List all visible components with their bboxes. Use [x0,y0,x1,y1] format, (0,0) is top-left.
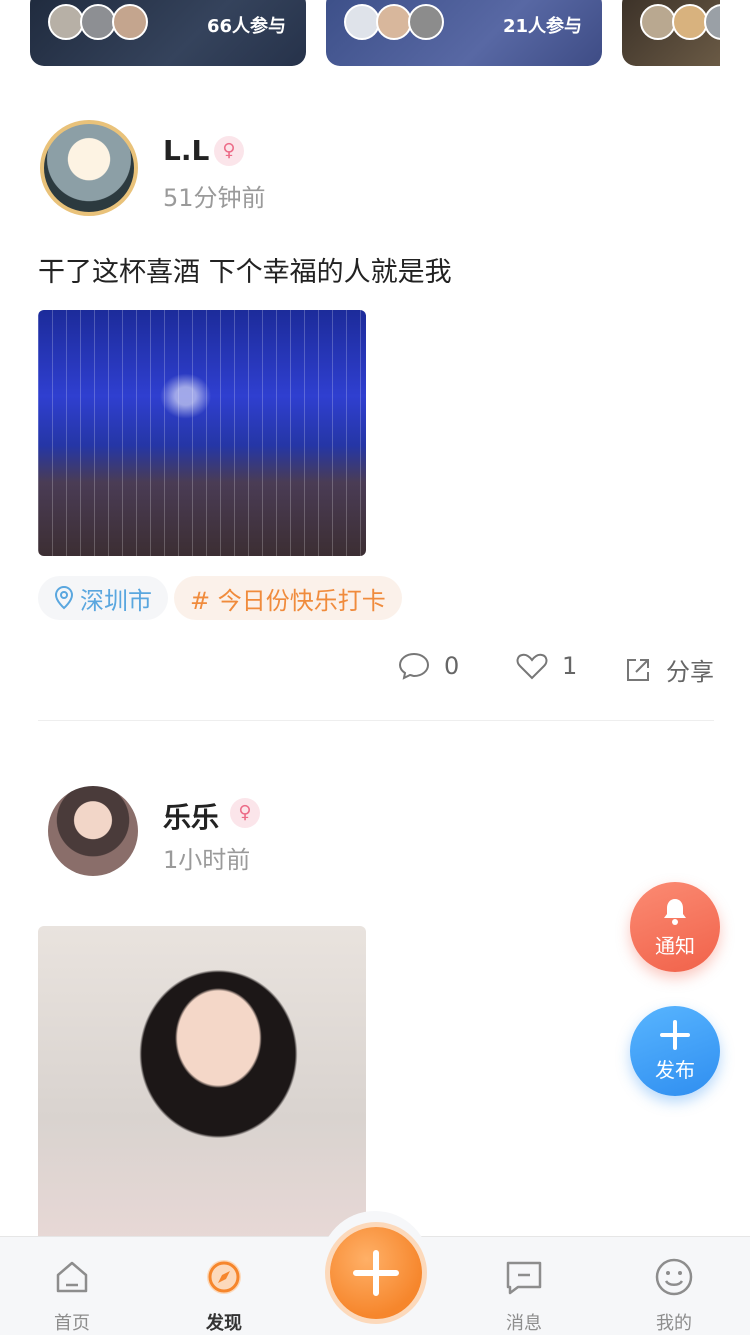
share-button[interactable]: 分享 [624,652,714,687]
share-label: 分享 [666,658,714,686]
post-time: 1小时前 [163,846,251,874]
user-name[interactable]: 乐乐 [163,796,219,836]
tab-home[interactable]: 首页 [22,1237,122,1335]
topic-label: # 今日份快乐打卡 [190,586,386,615]
avatar [48,4,84,40]
female-icon: ♀ [214,136,244,166]
post-tags: 深圳市 # 今日份快乐打卡 [0,576,750,620]
notify-label: 通知 [655,934,695,958]
post-time: 51分钟前 [163,184,266,212]
like-count: 1 [562,652,578,680]
plus-icon [353,1250,399,1296]
publish-label: 发布 [655,1058,695,1082]
avatar [344,4,380,40]
tab-label: 首页 [54,1313,90,1334]
avatar [80,4,116,40]
participant-count: 66人参与 [206,16,286,37]
topic-card[interactable] [622,0,720,66]
plus-icon [660,1020,690,1050]
avatar[interactable] [48,786,138,876]
female-icon: ♀ [230,798,260,828]
location-label: 深圳市 [80,586,152,615]
feed-post: 乐乐 ♀ 1小时前 [0,784,750,1246]
create-post-button[interactable] [330,1227,422,1319]
smiley-icon [655,1258,693,1296]
avatar[interactable] [40,120,140,216]
avatar [376,4,412,40]
publish-button[interactable]: 发布 [630,1006,720,1096]
avatar [704,4,720,40]
post-text: 干了这杯喜酒 下个幸福的人就是我 [38,257,452,288]
divider [38,720,714,721]
participant-count: 21人参与 [502,16,582,37]
tab-label: 发现 [206,1313,242,1334]
tab-profile[interactable]: 我的 [624,1237,724,1335]
avatar [640,4,676,40]
tab-messages[interactable]: 消息 [474,1237,574,1335]
post-image[interactable] [38,926,366,1246]
message-icon [506,1261,542,1295]
location-tag[interactable]: 深圳市 [38,576,168,620]
avatar [672,4,708,40]
post-actions: 0 1 分享 [0,652,750,692]
comment-count: 0 [444,652,460,680]
tab-label: 我的 [656,1313,692,1334]
tab-bar: 首页 发现 消息 我的 [0,1211,750,1335]
avatar-frame [40,120,138,216]
avatar [112,4,148,40]
comment-icon [398,652,430,680]
topic-card[interactable]: 21人参与 [326,0,602,66]
tab-discover[interactable]: 发现 [174,1237,274,1335]
heart-icon [516,653,548,680]
tab-label: 消息 [506,1313,542,1334]
topic-card[interactable]: 66人参与 [30,0,306,66]
location-pin-icon [54,586,74,610]
share-icon [627,658,649,681]
bell-icon [664,899,686,925]
notify-button[interactable]: 通知 [630,882,720,972]
comment-button[interactable]: 0 [398,652,459,680]
feed-post: L.L ♀ 51分钟前 干了这杯喜酒 下个幸福的人就是我 深圳市 # 今日份快乐… [0,118,750,724]
home-icon [56,1261,88,1293]
user-name[interactable]: L.L [163,134,209,167]
post-image[interactable] [38,310,366,556]
topic-carousel: 66人参与 21人参与 [0,0,750,70]
avatar [408,4,444,40]
like-button[interactable]: 1 [516,652,577,680]
compass-icon [207,1260,241,1294]
topic-tag[interactable]: # 今日份快乐打卡 [174,576,402,620]
